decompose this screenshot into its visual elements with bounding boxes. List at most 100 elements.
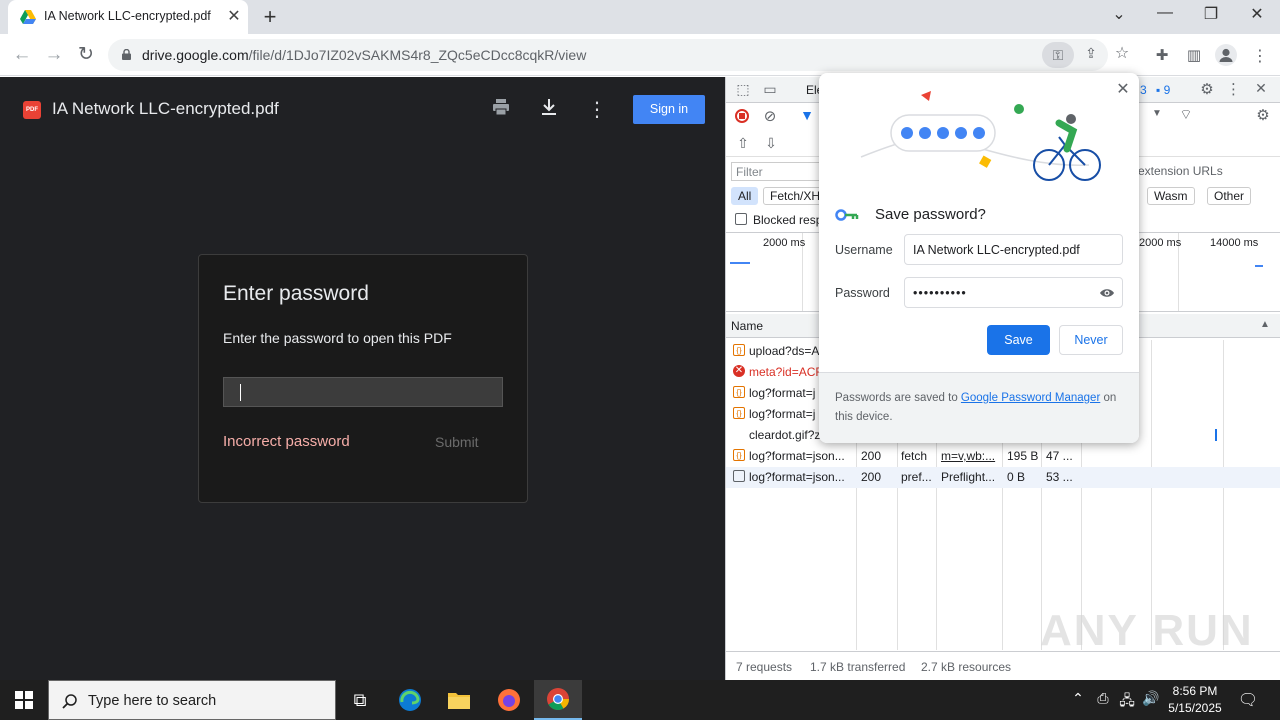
filter-input[interactable]: Filter [731,162,821,181]
xhr-icon: {} [733,344,745,356]
taskbar-clock[interactable]: 8:56 PM 5/15/2025 [1160,683,1230,717]
profile-avatar[interactable] [1215,44,1237,66]
notifications-icon[interactable]: 🗨 [1237,690,1259,710]
edge-icon[interactable] [386,680,434,720]
network-icon[interactable]: 🖧 [1116,690,1138,714]
request-initiator[interactable]: m=v,wb:... [941,449,995,463]
browser-toolbar: ← → ↻ drive.google.com/file/d/1DJo7IZ02v… [0,34,1280,76]
forward-arrow-icon[interactable]: → [41,42,67,68]
menu-kebab-icon[interactable]: ⋮ [1249,46,1271,66]
text-caret [240,384,241,401]
filter-other-chip[interactable]: Other [1207,187,1252,205]
timeline-tick: 2000 ms [763,237,806,249]
sort-up-icon[interactable]: ▲ [1260,319,1270,330]
extensions-puzzle-icon[interactable]: ✚ [1151,46,1173,66]
save-button[interactable]: Save [987,325,1050,355]
footer-prefix: Passwords are saved to [835,392,961,404]
device-toolbar-icon[interactable]: ▭ [760,81,780,98]
filter-wasm-chip[interactable]: Wasm [1147,187,1195,205]
new-tab-button[interactable]: + [258,4,282,30]
request-row[interactable]: {} log?format=json... 200 fetch m=v,wb:... 19… [726,446,1280,467]
message-icon: ▪ [1156,83,1161,97]
password-field[interactable]: •••••••••• [904,277,1123,308]
print-icon[interactable] [488,97,514,123]
lock-icon [122,49,131,60]
network-settings-icon[interactable]: ⚙ [1253,106,1273,124]
timeline-tick: 2000 ms [1139,237,1182,249]
more-options-icon[interactable]: ⋮ [584,97,610,123]
sign-in-button[interactable]: Sign in [633,95,705,124]
file-explorer-icon[interactable] [435,680,483,720]
timeline-bar [730,262,750,264]
dialog-prompt: Enter the password to open this PDF [223,330,452,346]
submit-button[interactable]: Submit [435,434,479,450]
clear-icon[interactable]: ⊘ [761,107,779,125]
filter-fetch-chip[interactable]: Fetch/XH [763,187,828,205]
share-icon[interactable]: ⇪ [1080,45,1102,62]
status-requests: 7 requests [736,660,793,674]
download-icon[interactable] [536,97,562,123]
password-manager-link[interactable]: Google Password Manager [961,392,1100,404]
request-name: log?format=j [749,386,816,400]
blocked-checkbox[interactable] [735,213,747,225]
password-label: Password [835,286,890,300]
record-stop-icon[interactable] [735,109,749,123]
show-password-eye-icon[interactable] [1099,287,1115,299]
request-name: log?format=json... [749,449,845,463]
issues-count-a[interactable]: 3 [1140,83,1147,97]
request-row[interactable]: log?format=json... 200 pref... Preflight...… [726,467,1280,488]
document-icon [733,470,745,482]
throttle-dropdown-icon[interactable]: ▼ [1150,108,1164,119]
address-bar[interactable]: drive.google.com/file/d/1DJo7IZ02vSAKMS4… [108,39,1129,71]
popup-title: Save password? [875,206,986,223]
close-popup-icon[interactable]: ✕ [1112,79,1134,99]
chrome-icon[interactable] [534,680,582,720]
password-key-icon[interactable]: ⚿ [1042,42,1074,68]
request-status: 200 [861,470,882,484]
tab-close-icon[interactable]: ✕ [224,6,244,26]
tab-search-icon[interactable]: ⌄ [1103,4,1135,24]
devtools-menu-icon[interactable]: ⋮ [1226,80,1241,98]
filter-all-chip[interactable]: All [731,187,759,205]
download-har-icon[interactable]: ⇩ [762,135,780,152]
url-text: drive.google.com/file/d/1DJo7IZ02vSAKMS4… [142,47,586,63]
volume-icon[interactable]: 🔊 [1140,690,1162,707]
back-arrow-icon[interactable]: ← [9,42,35,68]
side-panel-icon[interactable]: ▥ [1183,46,1205,66]
taskbar-search-box[interactable]: Type here to search [48,680,336,720]
task-view-icon[interactable]: ⧉ [336,680,384,720]
request-initiator[interactable]: Preflight... [941,470,995,484]
request-name: meta?id=ACF [749,365,823,379]
show-hidden-icons[interactable]: ⌃ [1067,690,1089,707]
minimize-button[interactable]: — [1149,4,1181,22]
device-icon[interactable]: ⎙ [1092,690,1114,707]
waterfall-bar [1215,429,1217,441]
column-name[interactable]: Name [731,319,763,333]
status-transferred: 1.7 kB transferred [810,660,906,674]
browser-tab[interactable]: IA Network LLC-encrypted.pdf - ✕ [8,0,248,34]
filter-funnel-icon[interactable]: ▼ [798,107,816,123]
tab-title: IA Network LLC-encrypted.pdf - [44,9,214,23]
request-name: upload?ds=A [749,344,820,358]
extension-urls-label: extension URLs [1138,164,1223,178]
username-label: Username [835,243,893,257]
clock-time: 8:56 PM [1172,684,1218,698]
close-devtools-icon[interactable]: ✕ [1252,80,1270,97]
settings-gear-icon[interactable]: ⚙ [1198,80,1216,98]
upload-har-icon[interactable]: ⇧ [734,135,752,152]
username-field[interactable]: IA Network LLC-encrypted.pdf [904,234,1123,265]
bookmark-star-icon[interactable]: ☆ [1111,43,1133,63]
inspect-element-icon[interactable]: ⬚ [734,81,752,98]
password-dialog: Enter password Enter the password to ope… [198,254,528,503]
close-window-button[interactable]: ✕ [1241,4,1273,24]
never-button[interactable]: Never [1059,325,1123,355]
url-host: drive.google.com [142,47,249,63]
password-input[interactable] [223,377,503,407]
firefox-icon[interactable] [485,680,533,720]
wifi-conditions-icon[interactable]: ⌔ [1176,106,1196,124]
reload-icon[interactable]: ↻ [73,42,99,68]
restore-button[interactable]: ❐ [1195,4,1227,24]
issues-badge[interactable]: ▪ 9 [1156,83,1170,97]
search-placeholder: Type here to search [88,693,217,709]
windows-start-icon[interactable] [0,680,48,720]
